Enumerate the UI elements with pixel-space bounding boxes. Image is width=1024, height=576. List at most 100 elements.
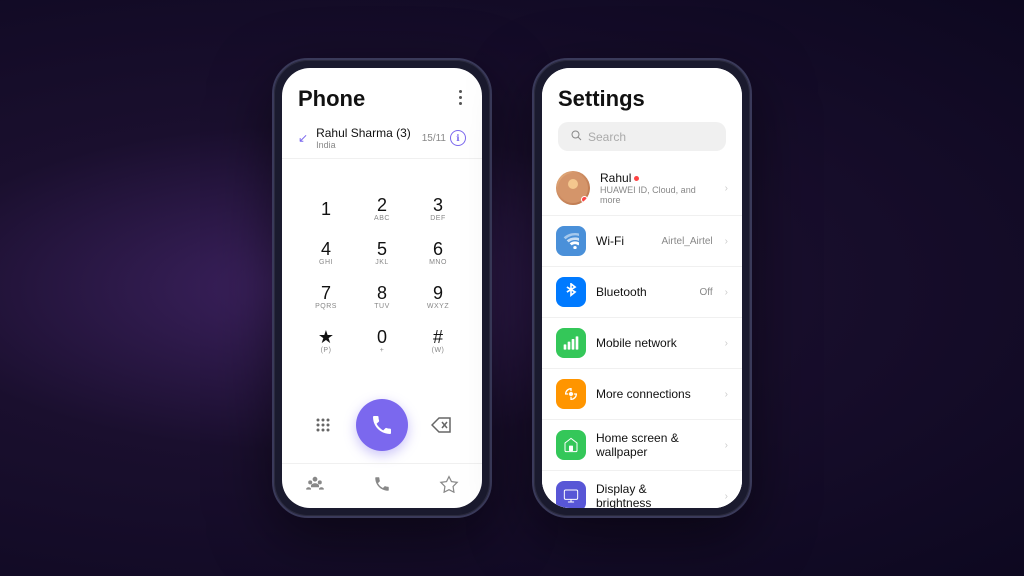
settings-screen-wrap: Settings Search [542, 68, 742, 508]
key-star-letters: (P) [321, 347, 332, 354]
mobile-network-icon [556, 328, 586, 358]
dial-key-1[interactable]: 1 [300, 188, 352, 230]
call-button[interactable] [356, 399, 408, 451]
dial-actions [282, 391, 482, 463]
profile-item[interactable]: Rahul HUAWEI ID, Cloud, and more › [542, 161, 742, 216]
settings-item-display[interactable]: Display & brightness › [542, 471, 742, 508]
key-2-letters: ABC [374, 215, 390, 222]
recent-call-item[interactable]: ↙ Rahul Sharma (3) India 15/11 ℹ [282, 118, 482, 159]
key-1-num: 1 [321, 200, 331, 218]
more-connections-chevron-icon: › [725, 389, 728, 400]
phone-settings: Settings Search [532, 58, 752, 518]
mobile-network-label: Mobile network [596, 336, 703, 350]
profile-name: Rahul [600, 171, 713, 185]
info-button[interactable]: ℹ [450, 130, 466, 146]
profile-info: Rahul HUAWEI ID, Cloud, and more [600, 171, 713, 205]
online-indicator [581, 196, 588, 203]
settings-title: Settings [558, 86, 726, 112]
dial-key-3[interactable]: 3 DEF [412, 188, 464, 230]
key-4-num: 4 [321, 240, 331, 258]
settings-item-mobile-network[interactable]: Mobile network › [542, 318, 742, 369]
search-icon [570, 129, 582, 144]
dial-row-3: 7 PQRS 8 TUV 9 WXYZ [298, 276, 466, 318]
wifi-value: Airtel_Airtel [662, 236, 713, 247]
key-4-letters: GHI [319, 259, 333, 266]
home-screen-label: Home screen & wallpaper [596, 431, 703, 459]
dial-key-0[interactable]: 0 + [356, 320, 408, 362]
dot3 [459, 102, 462, 105]
wifi-icon [556, 226, 586, 256]
settings-item-bluetooth[interactable]: Bluetooth Off › [542, 267, 742, 318]
dial-key-7[interactable]: 7 PQRS [300, 276, 352, 318]
key-7-num: 7 [321, 284, 331, 302]
dialer-header: Phone [282, 68, 482, 118]
key-6-letters: MNO [429, 259, 447, 266]
profile-subtitle: HUAWEI ID, Cloud, and more [600, 185, 713, 205]
key-8-letters: TUV [374, 303, 390, 310]
bluetooth-chevron-icon: › [725, 287, 728, 298]
nav-recents-icon[interactable] [299, 470, 331, 498]
more-connections-label: More connections [596, 387, 703, 401]
key-3-letters: DEF [430, 215, 446, 222]
search-bar[interactable]: Search [558, 122, 726, 151]
display-label: Display & brightness [596, 482, 703, 508]
missed-call-icon: ↙ [298, 131, 308, 145]
dial-row-2: 4 GHI 5 JKL 6 MNO [298, 232, 466, 274]
key-5-letters: JKL [375, 259, 389, 266]
nav-call-icon[interactable] [366, 470, 398, 498]
key-9-letters: WXYZ [427, 303, 449, 310]
phones-container: Phone ↙ Rahul Sharma (3) India 1 [272, 58, 752, 518]
home-screen-chevron-icon: › [725, 440, 728, 451]
key-8-num: 8 [377, 284, 387, 302]
call-count: 15/11 [422, 133, 446, 144]
menu-dots-button[interactable] [455, 86, 466, 109]
more-connections-icon [556, 379, 586, 409]
keypad-icon[interactable] [305, 407, 341, 443]
phone-dialer: Phone ↙ Rahul Sharma (3) India 1 [272, 58, 492, 518]
key-2-num: 2 [377, 196, 387, 214]
key-hash-num: # [433, 328, 443, 346]
dial-pad: 1 2 ABC 3 DEF 4 [282, 159, 482, 391]
home-screen-icon [556, 430, 586, 460]
avatar [556, 171, 590, 205]
dialer-screen: Phone ↙ Rahul Sharma (3) India 1 [282, 68, 482, 508]
dial-row-4: ★ (P) 0 + # (W) [298, 320, 466, 362]
phone-title: Phone [298, 86, 365, 112]
settings-item-more-connections[interactable]: More connections › [542, 369, 742, 420]
search-placeholder: Search [588, 130, 626, 144]
bottom-nav [282, 463, 482, 508]
dial-key-8[interactable]: 8 TUV [356, 276, 408, 318]
dot2 [459, 96, 462, 99]
dial-key-hash[interactable]: # (W) [412, 320, 464, 362]
mobile-network-chevron-icon: › [725, 338, 728, 349]
profile-notification-dot [634, 176, 639, 181]
key-9-num: 9 [433, 284, 443, 302]
dial-key-4[interactable]: 4 GHI [300, 232, 352, 274]
key-6-num: 6 [433, 240, 443, 258]
display-icon [556, 481, 586, 508]
dot1 [459, 90, 462, 93]
dial-key-star[interactable]: ★ (P) [300, 320, 352, 362]
dial-key-5[interactable]: 5 JKL [356, 232, 408, 274]
key-0-num: 0 [377, 328, 387, 346]
dial-key-2[interactable]: 2 ABC [356, 188, 408, 230]
bluetooth-label: Bluetooth [596, 285, 690, 299]
key-7-letters: PQRS [315, 303, 337, 310]
key-0-letters: + [380, 347, 385, 354]
settings-item-wifi[interactable]: Wi-Fi Airtel_Airtel › [542, 216, 742, 267]
settings-item-home-screen[interactable]: Home screen & wallpaper › [542, 420, 742, 471]
key-3-num: 3 [433, 196, 443, 214]
wifi-label: Wi-Fi [596, 234, 652, 248]
dial-key-6[interactable]: 6 MNO [412, 232, 464, 274]
nav-favorites-icon[interactable] [433, 470, 465, 498]
settings-list: Rahul HUAWEI ID, Cloud, and more › [542, 161, 742, 508]
dial-row-1: 1 2 ABC 3 DEF [298, 188, 466, 230]
bluetooth-value: Off [700, 287, 713, 298]
dial-key-9[interactable]: 9 WXYZ [412, 276, 464, 318]
key-hash-letters: (W) [432, 347, 445, 354]
settings-header: Settings Search [542, 68, 742, 161]
backspace-icon[interactable] [423, 407, 459, 443]
call-meta: 15/11 ℹ [422, 130, 466, 146]
key-5-num: 5 [377, 240, 387, 258]
bluetooth-icon-wrap [556, 277, 586, 307]
